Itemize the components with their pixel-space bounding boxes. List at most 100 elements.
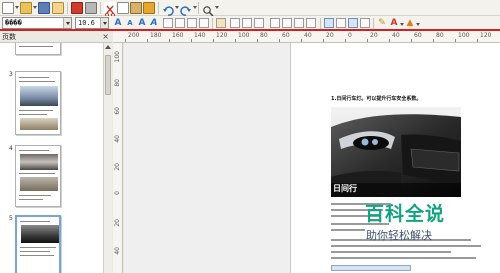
- page-number: 4: [9, 145, 13, 152]
- ruler-tick: [323, 39, 324, 42]
- scrollbar-thumb[interactable]: [105, 55, 111, 95]
- font-name-combo[interactable]: ����: [2, 17, 72, 29]
- indent-icon[interactable]: [270, 18, 280, 28]
- ruler-label: 40: [392, 32, 400, 39]
- ruler-label: 60: [282, 32, 290, 39]
- close-icon[interactable]: ×: [102, 32, 109, 42]
- ruler-label: 40: [114, 135, 121, 143]
- paragraph-icon[interactable]: [294, 18, 304, 28]
- wrap-right-icon[interactable]: [336, 18, 346, 28]
- list-icon[interactable]: [230, 18, 240, 28]
- watermark: 百科全说 助你轻松解决: [363, 199, 463, 249]
- ruler-label: 100: [114, 51, 121, 63]
- new-icon[interactable]: [2, 2, 14, 14]
- wrap-through-icon[interactable]: [348, 18, 358, 28]
- ruler-label: 80: [436, 32, 444, 39]
- ruler-tick: [367, 39, 368, 42]
- pages-panel-title: 页数: [2, 33, 16, 41]
- ruler-tick: [147, 39, 148, 42]
- edit-icon[interactable]: [52, 2, 64, 14]
- ruler-label: 20: [114, 219, 121, 227]
- page-thumbnail[interactable]: [15, 71, 61, 135]
- photo-caption-bar: 日间行: [331, 183, 461, 197]
- page-thumbnail[interactable]: [15, 43, 61, 55]
- undo-icon[interactable]: [162, 2, 174, 16]
- align-right-icon[interactable]: [187, 18, 197, 28]
- font-color-icon[interactable]: A: [389, 18, 399, 28]
- watermark-title: 百科全说: [365, 203, 446, 225]
- ruler-label: 100: [238, 32, 250, 39]
- save-icon[interactable]: [38, 2, 50, 14]
- ruler-label: 100: [458, 32, 470, 39]
- align-center-icon[interactable]: [175, 18, 185, 28]
- document-heading: 1.日间行车灯。可以提升行车安全系数。: [331, 96, 422, 102]
- font-name-value: ����: [5, 19, 22, 27]
- align-left-icon[interactable]: [163, 18, 173, 28]
- bold-icon[interactable]: A: [137, 18, 147, 28]
- shrink-font-icon[interactable]: A: [125, 18, 135, 28]
- wrap-parallel-icon[interactable]: [360, 18, 370, 28]
- page-thumbnails: 3 4 5: [0, 43, 103, 273]
- font-size-value: 10.6: [78, 19, 95, 27]
- pages-panel-header: 页数 ×: [0, 31, 112, 43]
- font-size-combo[interactable]: 10.6: [75, 17, 109, 29]
- char-format-icon[interactable]: A: [149, 18, 159, 28]
- ruler-tick: [257, 39, 258, 42]
- ruler-label: 20: [370, 32, 378, 39]
- cut-icon[interactable]: [104, 2, 116, 18]
- ruler-tick: [125, 39, 126, 42]
- ruler-label: 80: [114, 79, 121, 87]
- writer-window: ���� 10.6 A A A A ✎ A ▲ 页数 × 3 4 5 200 1…: [0, 0, 500, 273]
- wrap-left-icon[interactable]: [324, 18, 334, 28]
- ruler-tick: [235, 39, 236, 42]
- ruler-label: 120: [480, 32, 492, 39]
- ruler-tick: [411, 39, 412, 42]
- horizontal-ruler[interactable]: 200 180 160 140 120 100 80 60 40 20 0 20 40 60 80 100 12…: [113, 31, 500, 43]
- print-icon[interactable]: [85, 2, 97, 14]
- paste-icon[interactable]: [130, 2, 142, 14]
- outdent-icon[interactable]: [282, 18, 292, 28]
- ruler-label: 20: [326, 32, 334, 39]
- ruler-label: 40: [304, 32, 312, 39]
- standard-toolbar: [0, 0, 500, 18]
- open-icon[interactable]: [20, 2, 32, 14]
- char-highlight-icon[interactable]: ▲: [405, 18, 415, 28]
- formatting-toolbar: ���� 10.6 A A A A ✎ A ▲: [0, 16, 500, 30]
- ruler-tick: [477, 39, 478, 42]
- chevron-down-icon[interactable]: [63, 18, 71, 28]
- line-spacing-icon[interactable]: [216, 18, 226, 28]
- panel-scrollbar[interactable]: [103, 43, 112, 273]
- highlighted-text-box: [331, 265, 411, 271]
- ruler-label: 140: [194, 32, 206, 39]
- ruler-tick: [389, 39, 390, 42]
- justify-icon[interactable]: [199, 18, 209, 28]
- ruler-label: 60: [414, 32, 422, 39]
- car-photo: 日间行: [331, 107, 461, 197]
- ruler-label: 60: [114, 107, 121, 115]
- border-icon[interactable]: [306, 18, 316, 28]
- chevron-down-icon[interactable]: [100, 18, 108, 28]
- ruler-label: 0: [348, 32, 352, 39]
- copy-icon[interactable]: [117, 2, 129, 14]
- highlight-icon[interactable]: ✎: [377, 18, 387, 28]
- ruler-tick: [433, 39, 434, 42]
- pages-panel: 页数 × 3 4 5: [0, 31, 112, 273]
- clone-icon[interactable]: [143, 2, 155, 14]
- scroll-up-icon[interactable]: [105, 45, 111, 49]
- vertical-ruler[interactable]: 100 80 60 40 20 0 20 40: [113, 43, 123, 273]
- ruler-tick: [345, 39, 346, 42]
- page-thumbnail-selected[interactable]: [15, 215, 61, 273]
- zoom-icon[interactable]: [202, 2, 214, 17]
- pdf-icon[interactable]: [71, 2, 83, 14]
- grow-font-icon[interactable]: A: [113, 18, 123, 28]
- outline-icon[interactable]: [254, 18, 264, 28]
- ruler-tick: [213, 39, 214, 42]
- redo-icon[interactable]: [180, 2, 192, 16]
- ruler-label: 160: [172, 32, 184, 39]
- numbered-list-icon[interactable]: [242, 18, 252, 28]
- page-thumbnail[interactable]: [15, 145, 61, 207]
- ruler-tick: [191, 39, 192, 42]
- ruler-label: 20: [114, 163, 121, 171]
- ruler-tick: [169, 39, 170, 42]
- watermark-subtitle: 助你轻松解决: [366, 229, 432, 242]
